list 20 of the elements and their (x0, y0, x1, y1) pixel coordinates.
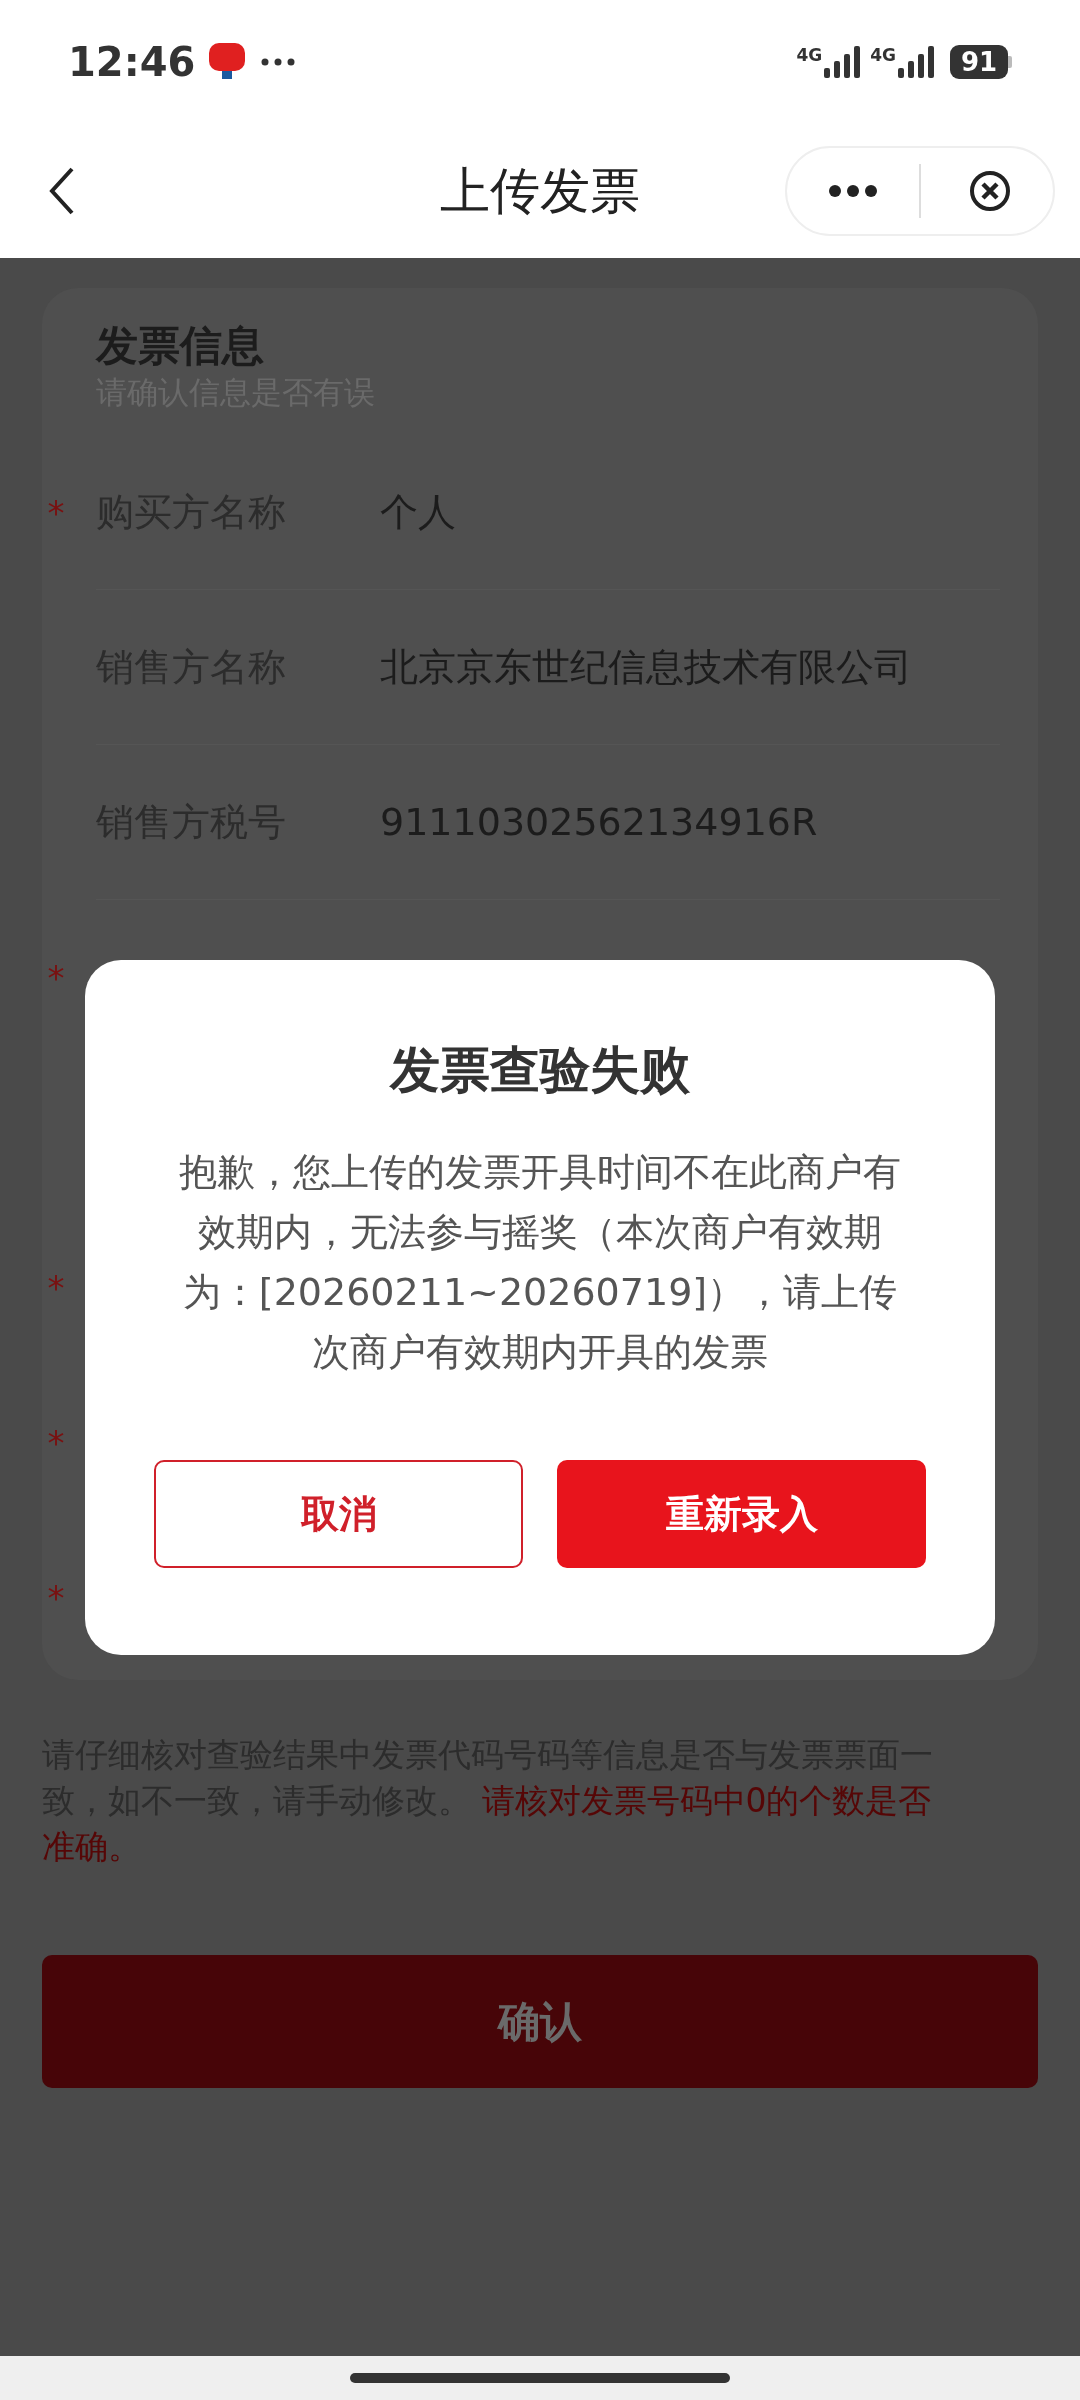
dialog-title: 发票查验失败 (390, 1040, 690, 1101)
dialog-message: 抱歉，您上传的发票开具时间不在此商户有效期内，无法参与摇奖（本次商户有效期为：[20260211~20260719]），请上传次商户有效期内开具的发票 (178, 1149, 902, 1376)
more-icon (261, 58, 296, 66)
required-mark: * (47, 960, 65, 995)
required-mark: * (47, 1580, 65, 1615)
more-icon[interactable] (829, 185, 877, 197)
app-icon (209, 43, 246, 81)
signal-icon (824, 46, 861, 78)
confirm-button[interactable]: 确认 (42, 1955, 1038, 2088)
close-icon[interactable] (969, 170, 1011, 212)
required-mark: * (47, 495, 65, 530)
cancel-button[interactable]: 取消 (154, 1460, 523, 1568)
required-mark: * (47, 1425, 65, 1460)
network-label: 4G (796, 47, 823, 64)
signal-icon (898, 46, 934, 78)
status-time: 12:46 (68, 38, 196, 87)
reenter-button[interactable]: 重新录入 (557, 1460, 926, 1568)
page-title: 上传发票 (440, 160, 640, 222)
required-mark: * (47, 1270, 65, 1305)
network-label: 4G (870, 47, 896, 64)
